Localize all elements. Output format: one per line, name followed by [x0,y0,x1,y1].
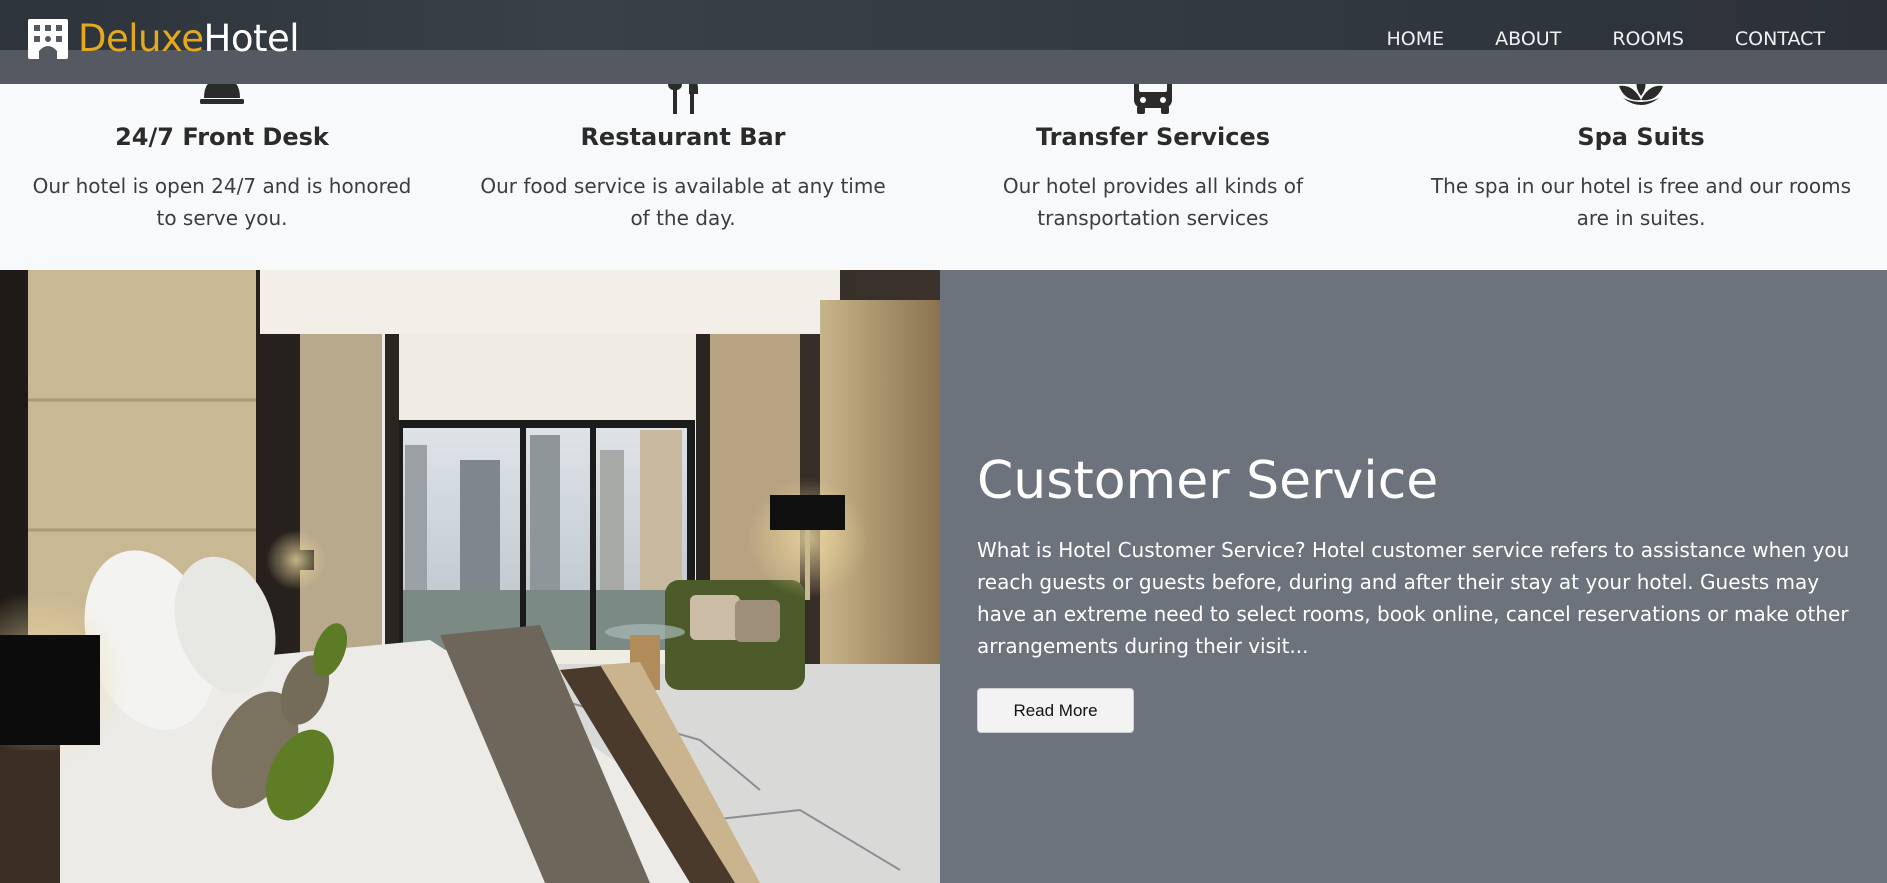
nav-home[interactable]: HOME [1387,26,1445,52]
brand-logo[interactable]: DeluxeHotel [26,17,300,60]
brand-name-part1: Deluxe [78,17,204,60]
hotel-room-illustration [0,270,940,883]
nav-rooms[interactable]: ROOMS [1612,26,1684,52]
nav-contact[interactable]: CONTACT [1735,26,1825,52]
service-text: Our hotel provides all kinds of transpor… [1002,174,1304,230]
main-nav: HOME ABOUT ROOMS CONTACT [1336,26,1826,52]
service-text: Our hotel is open 24/7 and is honored to… [32,174,412,230]
service-title: Transfer Services [1035,123,1271,151]
hotel-room-photo [0,270,940,883]
brand-name: DeluxeHotel [78,17,300,60]
customer-service-panel: Customer Service What is Hotel Customer … [940,270,1887,883]
hotel-building-icon [28,19,68,59]
services-section: 24/7 Front Desk Our hotel is open 24/7 a… [0,72,1887,270]
brand-name-part2: Hotel [203,17,300,60]
section-description: What is Hotel Customer Service? Hotel cu… [977,538,1850,658]
service-text: The spa in our hotel is free and our roo… [1430,174,1852,230]
nav-about[interactable]: ABOUT [1495,26,1561,52]
site-header: DeluxeHotel HOME ABOUT ROOMS CONTACT [0,0,1887,84]
service-text: Our food service is available at any tim… [480,174,886,230]
service-title: Restaurant Bar [580,123,786,151]
section-title: Customer Service [977,451,1439,511]
service-title: 24/7 Front Desk [115,123,329,151]
read-more-button[interactable]: Read More [977,688,1134,733]
service-title: Spa Suits [1577,123,1705,151]
